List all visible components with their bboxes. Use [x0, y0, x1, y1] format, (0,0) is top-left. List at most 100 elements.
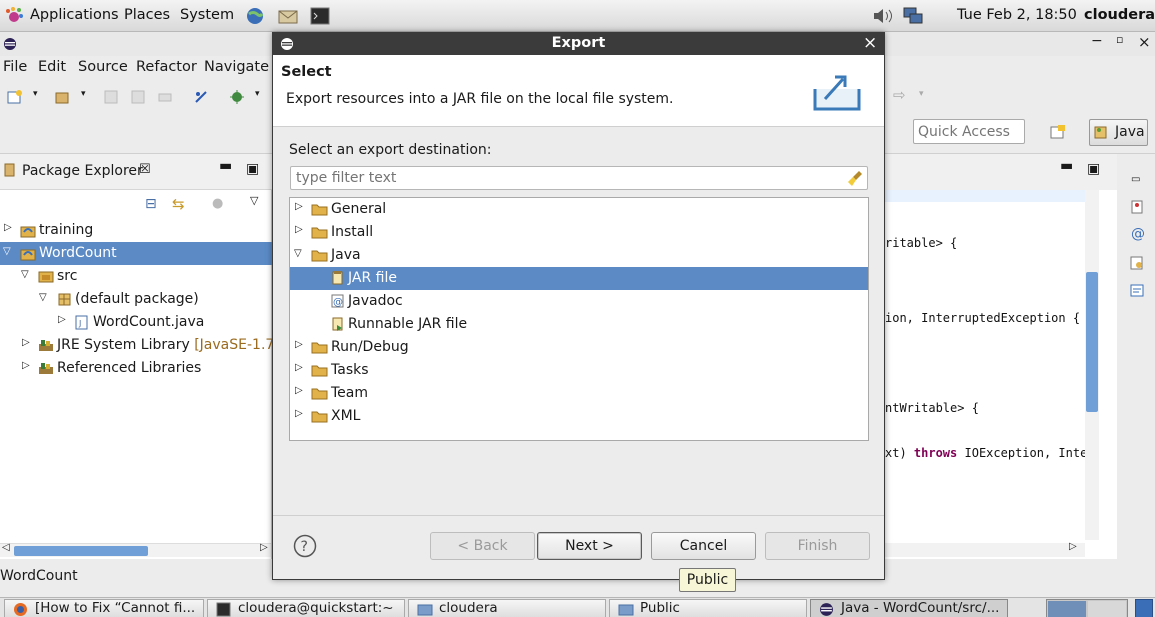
expand-arrow-icon[interactable]: ▷: [295, 201, 303, 212]
wizard-category-run-debug[interactable]: ▷ Run/Debug: [290, 336, 868, 359]
clock[interactable]: Tue Feb 2, 18:50: [957, 7, 1077, 23]
cancel-button[interactable]: Cancel: [651, 532, 756, 560]
type-hierarchy-icon[interactable]: [1129, 199, 1145, 215]
web-browser-icon[interactable]: [245, 6, 265, 26]
task-public-folder[interactable]: Public: [609, 599, 807, 617]
maximize-view-icon[interactable]: ▣: [246, 161, 259, 177]
collapse-arrow-icon[interactable]: ▽: [39, 292, 47, 303]
back-button[interactable]: < Back: [430, 532, 535, 560]
workspace-2[interactable]: [1088, 601, 1126, 617]
menu-edit[interactable]: Edit: [38, 59, 66, 75]
tree-item-referenced-libraries[interactable]: ▷ Referenced Libraries: [0, 357, 272, 380]
filter-field[interactable]: [290, 166, 868, 190]
places-menu[interactable]: Places: [124, 7, 170, 23]
clear-filter-icon[interactable]: [847, 169, 865, 187]
show-desktop-button[interactable]: [1135, 599, 1153, 617]
new-icon[interactable]: [6, 89, 24, 105]
editor-maximize-icon[interactable]: ▣: [1087, 161, 1100, 177]
minimize-view-icon[interactable]: ▬: [219, 158, 232, 174]
expand-arrow-icon[interactable]: ▷: [295, 339, 303, 350]
new-package-icon[interactable]: [54, 89, 72, 105]
declaration-view-icon[interactable]: [1129, 255, 1145, 271]
maximize-window-icon[interactable]: ▫: [1116, 33, 1123, 46]
collapse-all-icon[interactable]: ⊟: [145, 196, 157, 212]
wizard-category-install[interactable]: ▷ Install: [290, 221, 868, 244]
console-view-icon[interactable]: [1129, 283, 1145, 299]
menu-navigate[interactable]: Navigate: [204, 59, 269, 75]
task-eclipse[interactable]: Java - WordCount/src/...: [810, 599, 1008, 617]
editor-horizontal-scrollbar[interactable]: ▷: [885, 541, 1085, 557]
dialog-titlebar[interactable]: Export ×: [273, 33, 884, 55]
gnome-foot-icon[interactable]: [4, 6, 24, 26]
collapse-arrow-icon[interactable]: ▽: [3, 246, 11, 257]
wizard-category-team[interactable]: ▷ Team: [290, 382, 868, 405]
next-button[interactable]: Next >: [537, 532, 642, 560]
expand-arrow-icon[interactable]: ▷: [58, 314, 66, 325]
menu-refactor[interactable]: Refactor: [136, 59, 197, 75]
expand-arrow-icon[interactable]: ▷: [295, 362, 303, 373]
expand-arrow-icon[interactable]: ▷: [295, 224, 303, 235]
close-window-icon[interactable]: ×: [1138, 33, 1151, 51]
workspace-1[interactable]: [1048, 601, 1086, 617]
tree-item-training[interactable]: ▷ training: [0, 219, 272, 242]
scroll-right-icon[interactable]: ▷: [1069, 541, 1077, 552]
horizontal-scrollbar[interactable]: ◁ ▷: [0, 542, 271, 557]
quick-access-input[interactable]: [913, 119, 1025, 144]
editor-minimize-icon[interactable]: ▬: [1060, 158, 1073, 174]
task-terminal[interactable]: cloudera@quickstart:~: [207, 599, 405, 617]
new-dropdown-icon[interactable]: ▾: [33, 89, 38, 99]
tree-item-default-package[interactable]: ▽ (default package): [0, 288, 272, 311]
scroll-right-icon[interactable]: ▷: [260, 542, 268, 553]
expand-arrow-icon[interactable]: ▷: [295, 385, 303, 396]
finish-button[interactable]: Finish: [765, 532, 870, 560]
mail-icon[interactable]: [277, 6, 299, 26]
task-browser[interactable]: [How to Fix “Cannot fi...: [4, 599, 204, 617]
editor-vertical-scrollbar[interactable]: [1085, 190, 1099, 540]
expand-arrow-icon[interactable]: ▷: [295, 408, 303, 419]
close-tab-icon[interactable]: ☒: [139, 162, 151, 177]
scroll-thumb[interactable]: [14, 546, 148, 556]
wizard-item-javadoc[interactable]: @ Javadoc: [290, 290, 868, 313]
terminal-icon[interactable]: [310, 6, 330, 26]
wizard-category-tasks[interactable]: ▷ Tasks: [290, 359, 868, 382]
package-dropdown-icon[interactable]: ▾: [81, 89, 86, 99]
task-home-folder[interactable]: cloudera: [408, 599, 606, 617]
wizard-item-jar-file[interactable]: JAR file: [290, 267, 868, 290]
system-menu[interactable]: System: [180, 7, 234, 23]
menu-file[interactable]: File: [3, 59, 27, 75]
tree-item-wordcount[interactable]: ▽ WordCount: [0, 242, 272, 265]
dialog-close-icon[interactable]: ×: [863, 33, 877, 53]
debug-dropdown-icon[interactable]: ▾: [255, 89, 260, 99]
network-icon[interactable]: [902, 6, 924, 26]
debug-icon[interactable]: [228, 88, 246, 106]
java-perspective-button[interactable]: Java: [1089, 119, 1148, 146]
collapse-arrow-icon[interactable]: ▽: [294, 248, 302, 259]
volume-icon[interactable]: [872, 7, 894, 25]
link-with-editor-icon[interactable]: ⇆: [172, 195, 185, 213]
javadoc-view-icon[interactable]: @: [1131, 226, 1145, 242]
tree-item-wordcount-java[interactable]: ▷ J WordCount.java: [0, 311, 272, 334]
expand-arrow-icon[interactable]: ▷: [22, 337, 30, 348]
scroll-left-icon[interactable]: ◁: [2, 542, 10, 553]
wizard-category-java[interactable]: ▽ Java: [290, 244, 868, 267]
wizard-item-runnable-jar[interactable]: Runnable JAR file: [290, 313, 868, 336]
menu-source[interactable]: Source: [78, 59, 128, 75]
tree-item-jre-library[interactable]: ▷ JRE System Library [JavaSE-1.7]: [0, 334, 280, 357]
tree-item-src[interactable]: ▽ src: [0, 265, 272, 288]
workspace-switcher[interactable]: [1046, 599, 1128, 617]
minimize-window-icon[interactable]: −: [1091, 33, 1103, 49]
user-name[interactable]: cloudera: [1084, 7, 1155, 23]
collapse-arrow-icon[interactable]: ▽: [21, 269, 29, 280]
expand-arrow-icon[interactable]: ▷: [22, 360, 30, 371]
view-menu-icon[interactable]: ▽: [250, 194, 258, 207]
expand-arrow-icon[interactable]: ▷: [4, 222, 12, 233]
skip-breakpoints-icon[interactable]: [193, 89, 209, 105]
wizard-category-general[interactable]: ▷ General: [290, 198, 868, 221]
open-perspective-icon[interactable]: [1049, 123, 1067, 141]
package-explorer-title[interactable]: Package Explorer: [22, 163, 143, 179]
restore-icon[interactable]: ▭: [1131, 174, 1140, 185]
java-editor[interactable]: ▬ ▣ ritable> { ion, InterruptedException…: [885, 154, 1117, 559]
filter-input[interactable]: [293, 168, 841, 188]
help-icon[interactable]: ?: [293, 534, 317, 558]
applications-menu[interactable]: Applications: [30, 7, 119, 23]
